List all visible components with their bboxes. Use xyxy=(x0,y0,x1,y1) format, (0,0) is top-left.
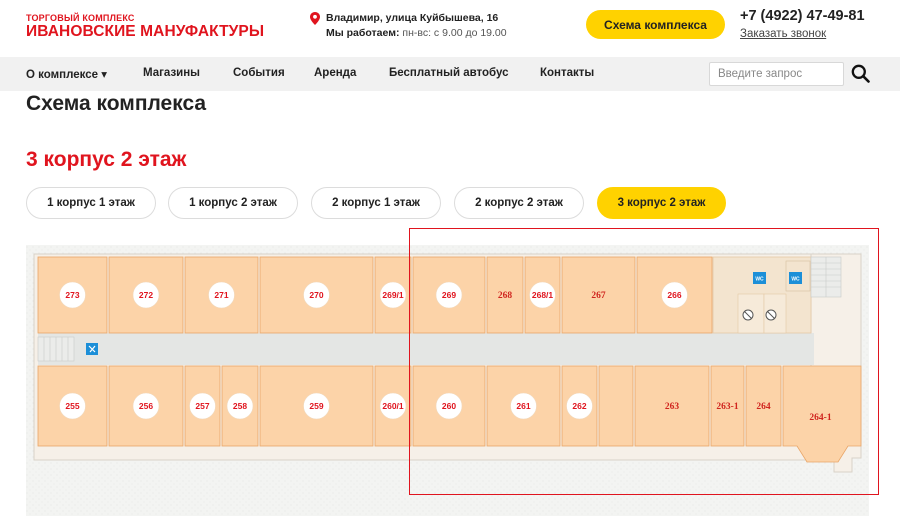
complex-scheme-button[interactable]: Схема комплекса xyxy=(586,10,725,39)
nav-item-events[interactable]: События xyxy=(233,67,285,79)
search-icon[interactable] xyxy=(851,64,870,83)
room-label: 272 xyxy=(139,290,153,300)
site-header: ТОРГОВЫЙ КОМПЛЕКС ИВАНОВСКИЕ МАНУФАКТУРЫ… xyxy=(0,0,900,57)
hours-value: пн-вс: с 9.00 до 19.00 xyxy=(402,27,507,39)
logo-name: ИВАНОВСКИЕ МАНУФАКТУРЫ xyxy=(26,23,265,40)
room-label: 258 xyxy=(233,401,247,411)
callback-link[interactable]: Заказать звонок xyxy=(740,28,826,40)
room-label: 260/1 xyxy=(382,401,404,411)
main-nav: О комплексе ▾ Магазины События Аренда Бе… xyxy=(0,57,900,91)
room-label: 271 xyxy=(214,290,228,300)
room-label: 269/1 xyxy=(382,290,404,300)
nav-item-rent[interactable]: Аренда xyxy=(314,67,356,79)
room-label: 268 xyxy=(498,291,513,301)
tab-building1-floor1[interactable]: 1 корпус 1 этаж xyxy=(26,187,156,219)
tab-building3-floor2[interactable]: 3 корпус 2 этаж xyxy=(597,187,726,219)
room-label: 268/1 xyxy=(532,290,554,300)
address-block: Владимир, улица Куйбышева, 16 Мы работае… xyxy=(310,11,507,41)
room-unnumbered[interactable] xyxy=(598,365,634,447)
floor-plan: WC WC 273 272 271 270 269/1 269 268 268/1 267 266… xyxy=(26,245,869,516)
hours-label: Мы работаем: xyxy=(326,27,400,39)
wc-label: WC xyxy=(791,277,800,283)
room-label: 261 xyxy=(516,401,530,411)
tab-building2-floor1[interactable]: 2 корпус 1 этаж xyxy=(311,187,441,219)
map-pin-icon xyxy=(310,12,320,25)
room-label: 273 xyxy=(65,290,79,300)
room-label: 259 xyxy=(309,401,323,411)
room-label: 267 xyxy=(591,291,606,301)
nav-item-shops[interactable]: Магазины xyxy=(143,67,200,79)
phone-number[interactable]: +7 (4922) 47-49-81 xyxy=(740,8,865,24)
site-logo[interactable]: ТОРГОВЫЙ КОМПЛЕКС ИВАНОВСКИЕ МАНУФАКТУРЫ xyxy=(26,14,264,40)
room-label: 263-1 xyxy=(716,402,738,412)
room-label: 270 xyxy=(309,290,323,300)
floor-title: 3 корпус 2 этаж xyxy=(26,148,187,171)
room-label: 264-1 xyxy=(809,413,831,423)
nav-item-contacts[interactable]: Контакты xyxy=(540,67,594,79)
logo-tagline: ТОРГОВЫЙ КОМПЛЕКС xyxy=(26,13,135,23)
room-label: 262 xyxy=(572,401,586,411)
room-label: 263 xyxy=(665,402,680,412)
room-label: 256 xyxy=(139,401,153,411)
room-label: 266 xyxy=(667,290,681,300)
tab-building1-floor2[interactable]: 1 корпус 2 этаж xyxy=(168,187,298,219)
tab-building2-floor2[interactable]: 2 корпус 2 этаж xyxy=(454,187,584,219)
nav-item-free-bus[interactable]: Бесплатный автобус xyxy=(389,67,509,79)
wc-label: WC xyxy=(755,277,764,283)
address-text: Владимир, улица Куйбышева, 16 xyxy=(326,12,499,24)
nav-item-about[interactable]: О комплексе ▾ xyxy=(26,67,107,81)
corridor xyxy=(38,333,814,365)
room-label: 264 xyxy=(756,402,771,412)
top-row-rooms: 273 272 271 270 269/1 269 268 268/1 267 266 xyxy=(37,256,713,334)
room-label: 255 xyxy=(65,401,79,411)
search-input[interactable] xyxy=(709,62,844,86)
accessibility-icon xyxy=(86,343,98,355)
room-label: 257 xyxy=(195,401,209,411)
room-label: 260 xyxy=(442,401,456,411)
room-label: 269 xyxy=(442,290,456,300)
page-title: Схема комплекса xyxy=(26,92,207,115)
